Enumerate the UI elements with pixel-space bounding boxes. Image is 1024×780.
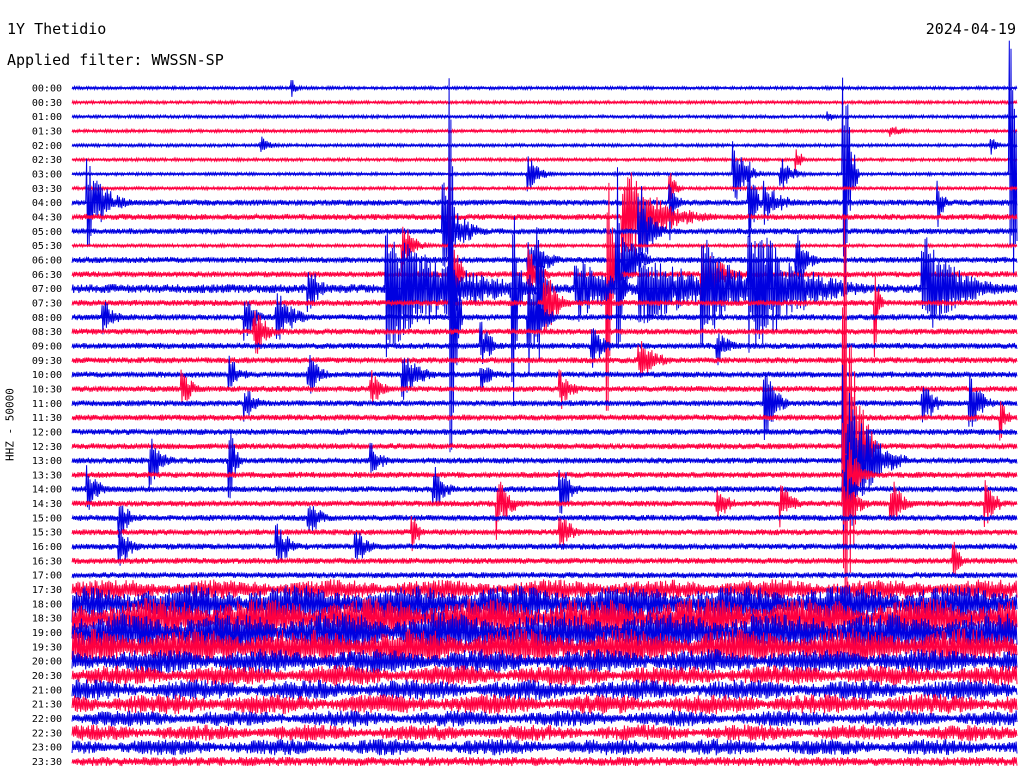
row-label: 03:30 [32, 184, 62, 195]
row-label: 06:30 [32, 270, 62, 281]
row-label-group: 00:00 00:30 01:00 01:30 02:00 02:30 03:00 03:30… [32, 84, 62, 769]
row-label: 19:30 [32, 642, 62, 653]
trace-line [71, 372, 1018, 441]
row-label: 04:30 [32, 212, 62, 223]
row-label: 05:00 [32, 227, 62, 238]
row-label: 03:00 [32, 169, 62, 180]
row-label: 09:30 [32, 356, 62, 367]
row-label: 02:30 [32, 155, 62, 166]
row-label: 12:00 [32, 427, 62, 438]
row-label: 08:00 [32, 313, 62, 324]
row-label: 23:00 [32, 743, 62, 754]
row-label: 22:00 [32, 714, 62, 725]
row-label: 00:30 [32, 98, 62, 109]
trace-line [71, 454, 1018, 534]
row-label: 17:30 [32, 585, 62, 596]
row-label: 18:30 [32, 614, 62, 625]
row-label: 14:00 [32, 485, 62, 496]
row-label: 09:00 [32, 341, 62, 352]
row-label: 17:00 [32, 571, 62, 582]
row-label: 22:30 [32, 728, 62, 739]
row-label: 16:00 [32, 542, 62, 553]
helicorder-plot: 00:00 00:30 01:00 01:30 02:00 02:30 03:00 03:30… [32, 40, 1018, 769]
row-label: 12:30 [32, 442, 62, 453]
row-label: 08:30 [32, 327, 62, 338]
row-label: 06:00 [32, 255, 62, 266]
row-label: 16:30 [32, 556, 62, 567]
row-label: 20:30 [32, 671, 62, 682]
row-label: 21:00 [32, 685, 62, 696]
row-label: 19:00 [32, 628, 62, 639]
row-label: 05:30 [32, 241, 62, 252]
row-label: 23:30 [32, 757, 62, 768]
row-label: 04:00 [32, 198, 62, 209]
row-label: 00:00 [32, 84, 62, 95]
row-label: 15:00 [32, 513, 62, 524]
trace-group [71, 40, 1018, 767]
row-label: 11:30 [32, 413, 62, 424]
row-label: 11:00 [32, 399, 62, 410]
row-label: 13:00 [32, 456, 62, 467]
row-label: 01:00 [32, 112, 62, 123]
trace-line [71, 401, 1018, 441]
row-label: 20:00 [32, 657, 62, 668]
row-label: 15:30 [32, 528, 62, 539]
row-label: 10:00 [32, 370, 62, 381]
row-label: 14:30 [32, 499, 62, 510]
row-label: 10:30 [32, 384, 62, 395]
row-label: 18:00 [32, 599, 62, 610]
row-label: 02:00 [32, 141, 62, 152]
trace-line [71, 126, 1018, 137]
row-label: 07:00 [32, 284, 62, 295]
trace-line [71, 40, 1018, 285]
row-label: 21:30 [32, 700, 62, 711]
row-label: 01:30 [32, 126, 62, 137]
row-label: 07:30 [32, 298, 62, 309]
row-label: 13:30 [32, 470, 62, 481]
